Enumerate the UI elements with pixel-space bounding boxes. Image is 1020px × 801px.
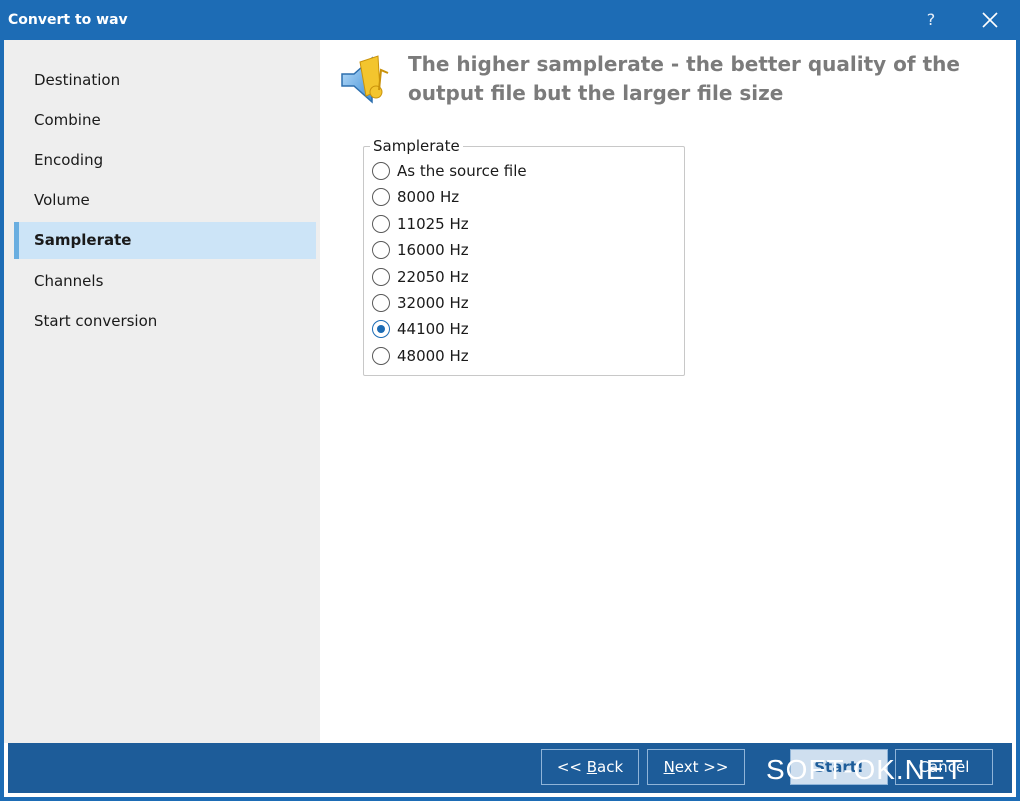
radio-8000-hz[interactable]: 8000 Hz bbox=[372, 186, 672, 208]
radio-44100-hz[interactable]: 44100 Hz bbox=[372, 318, 672, 340]
back-accel: B bbox=[586, 758, 598, 776]
radio-label[interactable]: 22050 Hz bbox=[397, 266, 469, 288]
radio-16000-hz[interactable]: 16000 Hz bbox=[372, 239, 672, 261]
radio-label[interactable]: 48000 Hz bbox=[397, 345, 469, 367]
radio-22050-hz[interactable]: 22050 Hz bbox=[372, 266, 672, 288]
sidebar-item-destination[interactable]: Destination bbox=[14, 62, 316, 99]
samplerate-group-label: Samplerate bbox=[370, 137, 463, 155]
sidebar-item-samplerate[interactable]: Samplerate bbox=[14, 222, 316, 259]
radio-button[interactable] bbox=[372, 162, 390, 180]
radio-label[interactable]: 11025 Hz bbox=[397, 213, 469, 235]
sidebar-item-encoding[interactable]: Encoding bbox=[14, 142, 316, 179]
radio-label[interactable]: 32000 Hz bbox=[397, 292, 469, 314]
radio-label[interactable]: As the source file bbox=[397, 160, 527, 182]
sidebar-item-volume[interactable]: Volume bbox=[14, 182, 316, 219]
radio-48000-hz[interactable]: 48000 Hz bbox=[372, 345, 672, 367]
radio-button-selected[interactable] bbox=[372, 320, 390, 338]
sidebar-item-start-conversion[interactable]: Start conversion bbox=[14, 303, 316, 340]
radio-label[interactable]: 44100 Hz bbox=[397, 318, 469, 340]
watermark: SOFT-OK.NET bbox=[766, 754, 964, 785]
radio-button[interactable] bbox=[372, 294, 390, 312]
radio-button[interactable] bbox=[372, 241, 390, 259]
radio-button[interactable] bbox=[372, 268, 390, 286]
radio-button[interactable] bbox=[372, 215, 390, 233]
radio-32000-hz[interactable]: 32000 Hz bbox=[372, 292, 672, 314]
radio-as-source-file[interactable]: As the source file bbox=[372, 160, 672, 182]
radio-button[interactable] bbox=[372, 347, 390, 365]
close-icon bbox=[982, 12, 998, 28]
page-heading: The higher samplerate - the better quali… bbox=[408, 52, 960, 105]
back-rest: ack bbox=[597, 758, 624, 776]
speaker-icon bbox=[338, 50, 398, 110]
back-prefix: << bbox=[556, 758, 587, 776]
radio-label[interactable]: 8000 Hz bbox=[397, 186, 459, 208]
next-button[interactable]: Next >> bbox=[647, 749, 745, 785]
help-button[interactable]: ? bbox=[921, 9, 941, 31]
window-title: Convert to wav bbox=[8, 12, 128, 28]
title-bar: Convert to wav ? bbox=[0, 0, 1020, 40]
sidebar-item-combine[interactable]: Combine bbox=[14, 102, 316, 139]
radio-label[interactable]: 16000 Hz bbox=[397, 239, 469, 261]
sidebar-item-channels[interactable]: Channels bbox=[14, 263, 316, 300]
next-accel: N bbox=[663, 758, 675, 776]
next-rest: ext >> bbox=[674, 758, 729, 776]
close-button[interactable] bbox=[978, 8, 1002, 32]
radio-button[interactable] bbox=[372, 188, 390, 206]
back-button[interactable]: << Back bbox=[541, 749, 639, 785]
radio-11025-hz[interactable]: 11025 Hz bbox=[372, 213, 672, 235]
